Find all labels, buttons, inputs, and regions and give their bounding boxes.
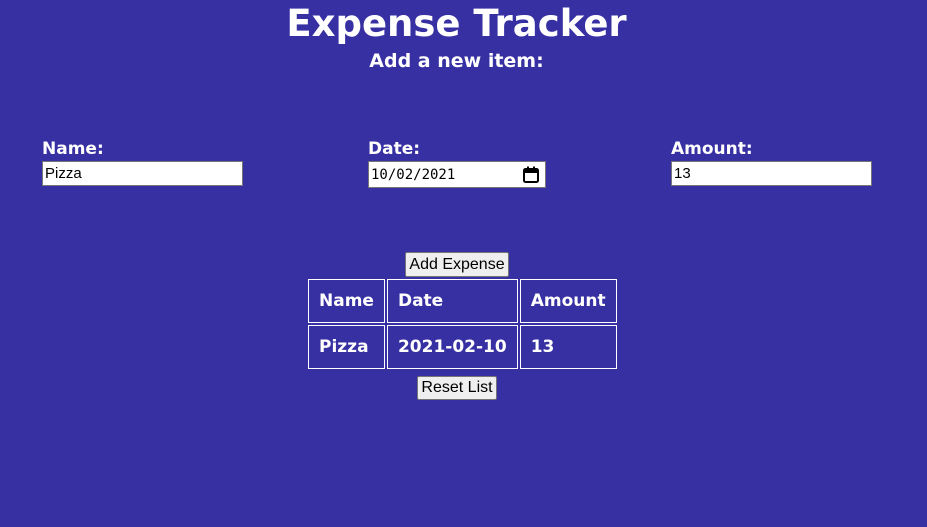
name-input[interactable] — [42, 161, 243, 186]
table-cell-amount: 13 — [519, 325, 617, 369]
table-cell-name: Pizza — [308, 325, 385, 369]
date-field-group: Date: 10/02/2021 — [368, 138, 546, 188]
expense-table: Name Date Amount Pizza 2021-02-10 13 — [306, 277, 619, 371]
table-header-name: Name — [308, 279, 385, 323]
date-value: 10/02/2021 — [371, 166, 456, 183]
reset-list-button[interactable]: Reset List — [417, 376, 497, 400]
calendar-icon[interactable] — [522, 166, 540, 184]
name-label: Name: — [42, 139, 104, 159]
amount-input[interactable] — [671, 161, 872, 186]
page-subtitle: Add a new item: — [369, 50, 544, 72]
name-field-group: Name: — [42, 138, 243, 186]
table-header-row: Name Date Amount — [308, 279, 617, 323]
table-header-date: Date — [386, 279, 518, 323]
table-row: Pizza 2021-02-10 13 — [308, 325, 617, 369]
table-header-amount: Amount — [519, 279, 617, 323]
table-cell-date: 2021-02-10 — [386, 325, 518, 369]
page-title: Expense Tracker — [286, 2, 627, 45]
date-label: Date: — [368, 139, 421, 159]
add-expense-button[interactable]: Add Expense — [405, 252, 509, 277]
amount-field-group: Amount: — [671, 138, 872, 186]
amount-label: Amount: — [671, 139, 753, 159]
date-input[interactable]: 10/02/2021 — [368, 161, 546, 188]
